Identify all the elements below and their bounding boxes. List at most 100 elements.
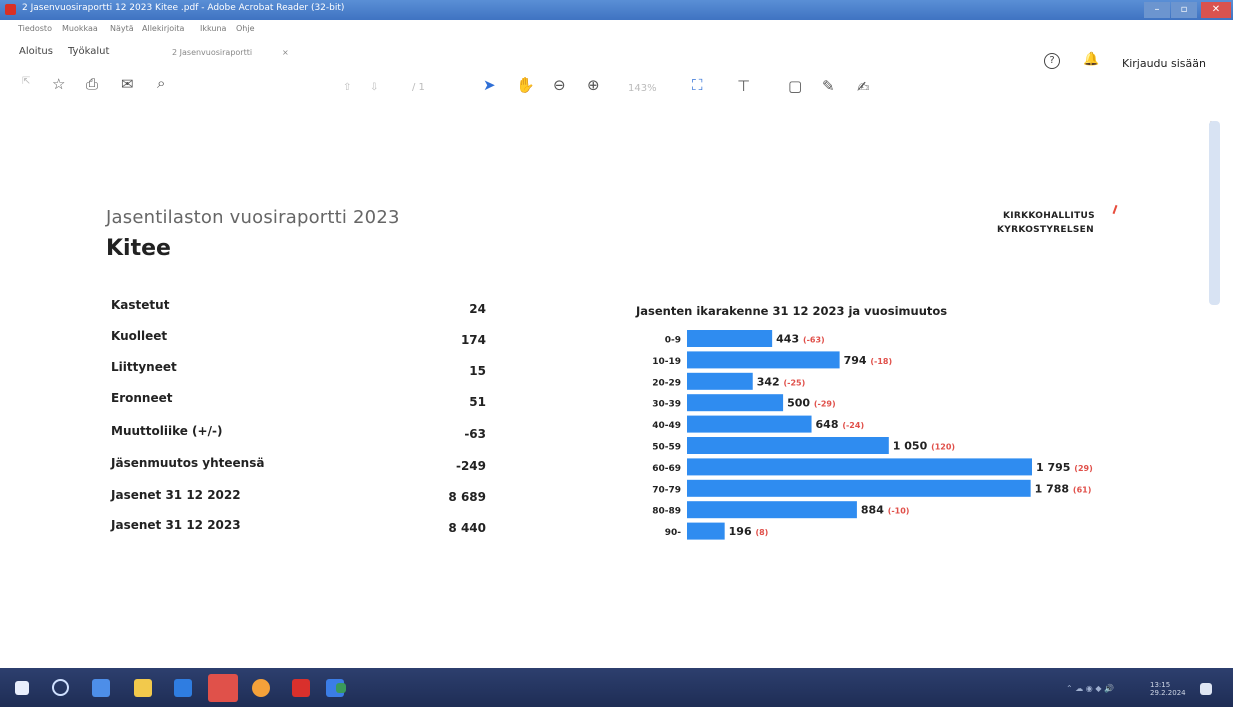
vertical-scrollbar[interactable]: [1209, 121, 1220, 305]
zoom-in-icon[interactable]: ⊕: [587, 76, 600, 94]
age-bar: [687, 437, 889, 454]
notification-bell-icon[interactable]: 🔔: [1083, 52, 1099, 67]
bar-change-label: (120): [931, 443, 955, 452]
zoom-out-icon[interactable]: ⊖: [553, 76, 566, 94]
search-taskbar-icon[interactable]: [52, 679, 69, 696]
age-bar: [687, 394, 784, 412]
bar-value-label: 500 (-29): [787, 397, 836, 410]
sign-icon[interactable]: ✍: [857, 78, 870, 96]
bar-change-label: (-25): [784, 378, 806, 387]
bar-change-label: (-29): [814, 400, 836, 409]
stat-label: Jasenet 31 12 2022: [111, 488, 241, 502]
stat-label: Jäsenmuutos yhteensä: [111, 456, 265, 470]
bar-value-label: 342 (-25): [757, 375, 806, 388]
bar-change-label: (-10): [888, 507, 910, 516]
age-bar: [687, 351, 840, 369]
age-bar: [687, 522, 725, 540]
acrobat-app-icon: [5, 4, 16, 15]
star-icon[interactable]: ☆: [52, 75, 65, 93]
maximize-button[interactable]: ▫: [1171, 2, 1197, 18]
print-icon[interactable]: ⎙: [86, 75, 98, 93]
logo-line2: KYRKOSTYRELSEN: [997, 225, 1094, 235]
store-icon[interactable]: [174, 679, 192, 697]
stat-label: Jasenet 31 12 2023: [111, 518, 241, 532]
stat-value: -249: [455, 459, 486, 473]
stat-value: 8 689: [448, 490, 486, 504]
close-button[interactable]: ✕: [1201, 2, 1231, 18]
bar-value-label: 196 (8): [729, 525, 769, 538]
category-label: 70-79: [652, 485, 681, 495]
menu-file[interactable]: Tiedosto: [18, 24, 52, 33]
tab-document[interactable]: 2 Jasenvuosiraportti: [172, 48, 252, 57]
fit-page-icon[interactable]: ⛶: [692, 76, 703, 94]
menu-sign[interactable]: Allekirjoita: [142, 24, 184, 33]
pen-icon[interactable]: ✎: [822, 77, 835, 95]
widgets-icon[interactable]: [92, 679, 110, 697]
prev-page-icon[interactable]: ⇧: [343, 82, 351, 93]
help-icon[interactable]: ?: [1044, 53, 1060, 69]
bar-change-label: (-63): [803, 336, 825, 345]
read-mode-icon[interactable]: ⊤: [737, 77, 750, 95]
mail-icon[interactable]: ✉: [121, 75, 134, 93]
zoom-level[interactable]: 143%: [628, 83, 657, 94]
browser-icon[interactable]: [252, 679, 270, 697]
stat-label: Muuttoliike (+/-): [111, 424, 223, 438]
stat-label: Kastetut: [111, 298, 170, 312]
hand-icon[interactable]: ✋: [516, 76, 535, 94]
system-tray-icons[interactable]: ⌃ ☁ ◉ ◆ 🔊: [1066, 684, 1114, 693]
logo-mark-icon: [1112, 204, 1118, 215]
file-explorer-icon[interactable]: [134, 679, 152, 697]
stat-label: Kuolleet: [111, 329, 168, 343]
bar-value-label: 1 050 (120): [893, 440, 955, 453]
menu-help[interactable]: Ohje: [236, 24, 255, 33]
stat-value: 174: [460, 333, 486, 347]
age-bar: [687, 458, 1032, 476]
menu-bar: Tiedosto Muokkaa Näytä Allekirjoita Ikku…: [0, 22, 1233, 36]
category-label: 80-89: [652, 507, 681, 517]
tab-close-icon[interactable]: ×: [282, 48, 289, 57]
category-label: 10-19: [652, 357, 681, 367]
stat-value: 24: [469, 302, 486, 316]
clock-date: 29.2.2024: [1150, 689, 1186, 697]
acrobat-taskbar-icon[interactable]: [292, 679, 310, 697]
tab-home[interactable]: Aloitus: [19, 46, 53, 57]
stat-value: 51: [469, 395, 486, 409]
stat-label: Liittyneet: [111, 360, 177, 374]
next-page-icon[interactable]: ⇩: [370, 82, 378, 93]
stat-value: -63: [464, 427, 486, 441]
excel-icon[interactable]: [336, 683, 346, 693]
chart-title: Jasenten ikarakenne 31 12 2023 ja vuosim…: [636, 304, 948, 318]
category-label: 20-29: [652, 378, 681, 388]
select-icon[interactable]: ➤: [483, 76, 496, 94]
report-title: Kitee: [106, 236, 171, 261]
logo-line1: KIRKKOHALLITUS: [1003, 211, 1095, 221]
menu-window[interactable]: Ikkuna: [200, 24, 226, 33]
bar-value-label: 884 (-10): [861, 504, 910, 517]
menu-view[interactable]: Näytä: [110, 24, 134, 33]
page-indicator[interactable]: / 1: [412, 82, 425, 93]
age-bar: [687, 479, 1031, 497]
comment-icon[interactable]: ▢: [788, 77, 802, 95]
bar-value-label: 794 (-18): [844, 354, 893, 367]
category-label: 60-69: [652, 464, 681, 474]
menu-edit[interactable]: Muokkaa: [62, 24, 98, 33]
stat-label: Eronneet: [111, 391, 173, 405]
minimize-button[interactable]: –: [1144, 2, 1170, 18]
bar-change-label: (8): [755, 528, 768, 537]
stat-value: 8 440: [448, 521, 486, 535]
bar-change-label: (-24): [842, 421, 864, 430]
start-icon[interactable]: [15, 681, 29, 695]
active-app-icon[interactable]: [208, 674, 238, 702]
category-label: 50-59: [652, 443, 681, 453]
signin-link[interactable]: Kirjaudu sisään: [1122, 57, 1206, 70]
category-label: 30-39: [652, 400, 681, 410]
tab-tools[interactable]: Työkalut: [68, 46, 109, 57]
search-icon[interactable]: ⌕: [157, 74, 165, 92]
category-label: 90-: [665, 528, 682, 538]
age-structure-chart: 0-9 443 (-63) 10-19 794 (-18) 20-29 342 (-25)…: [652, 330, 1093, 540]
sidebar-toggle-icon[interactable]: ⇱: [22, 76, 30, 87]
bar-value-label: 648 (-24): [816, 418, 865, 431]
clock[interactable]: 13:15 29.2.2024: [1150, 681, 1186, 697]
bar-change-label: (61): [1073, 485, 1091, 494]
notifications-icon[interactable]: [1200, 683, 1212, 695]
